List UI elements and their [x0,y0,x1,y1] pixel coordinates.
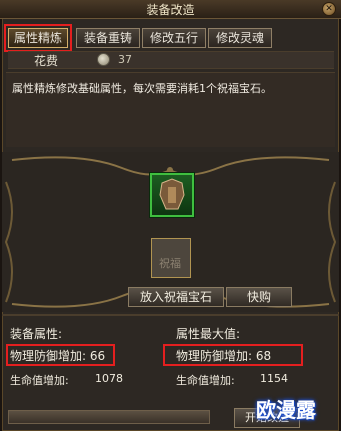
progress-bar [8,410,210,424]
description-text: 属性精炼修改基础属性，每次需要消耗1个祝福宝石。 [12,82,272,95]
insert-gem-button[interactable]: 放入祝福宝石 [128,287,224,307]
current-defense: 物理防御增加: 66 [10,349,106,363]
tab-modify-elements[interactable]: 修改五行 [142,28,206,48]
close-icon: ✕ [325,4,333,14]
max-attrs-header: 属性最大值: [176,327,241,341]
cost-label: 花费 [34,54,59,68]
current-hp-label: 生命值增加: [10,374,69,387]
max-hp-value: 1154 [260,372,288,385]
max-defense: 物理防御增加: 68 [176,349,272,363]
close-button[interactable]: ✕ [322,2,336,16]
cost-value: 37 [118,53,132,66]
armor-icon [159,178,185,210]
current-hp-value: 1078 [95,372,123,385]
gem-slot-label: 祝福 [159,257,181,270]
quick-buy-button[interactable]: 快购 [226,287,292,307]
equipment-slot[interactable] [150,173,194,217]
highlight-box-tab [4,24,72,52]
window-title: 装备改造 [146,3,195,17]
divider [2,314,339,316]
watermark-logo: 欧漫露 [256,398,316,422]
coin-icon [97,53,110,66]
equipment-attrs-header: 装备属性: [10,327,63,341]
max-hp-label: 生命值增加: [176,374,235,387]
tab-recast-equipment[interactable]: 装备重铸 [76,28,140,48]
tab-modify-soul[interactable]: 修改灵魂 [208,28,272,48]
